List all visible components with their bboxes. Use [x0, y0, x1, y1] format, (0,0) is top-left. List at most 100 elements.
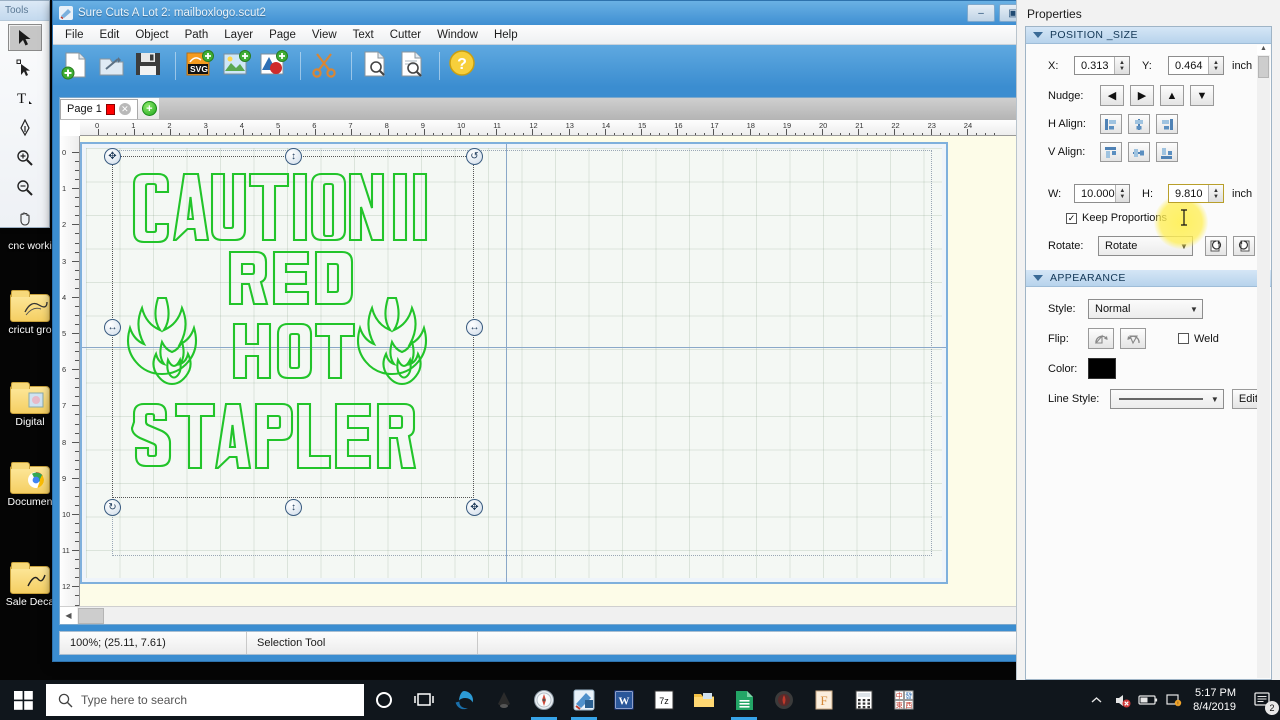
- desktop-icon-sale-decals[interactable]: Sale Deca: [2, 560, 58, 608]
- tray-network-button[interactable]: !: [1161, 680, 1187, 720]
- align-right-button[interactable]: [1156, 114, 1178, 134]
- page-tab-1[interactable]: Page 1 ✕: [60, 98, 138, 119]
- save-document-button[interactable]: [133, 49, 167, 83]
- canvas-horizontal-scrollbar[interactable]: ◀ ▶: [60, 606, 1038, 624]
- print-preview-button[interactable]: [397, 49, 431, 83]
- color-swatch[interactable]: [1088, 358, 1116, 379]
- tray-volume-button[interactable]: [1109, 680, 1135, 720]
- rotate-ccw-button[interactable]: [1205, 236, 1227, 256]
- style-select[interactable]: Normal ▼: [1088, 299, 1203, 319]
- menu-item-cutter[interactable]: Cutter: [382, 27, 429, 43]
- add-page-button[interactable]: +: [141, 101, 157, 116]
- cut-button[interactable]: [309, 49, 343, 83]
- text-tool[interactable]: T: [8, 84, 42, 111]
- menu-item-help[interactable]: Help: [486, 27, 526, 43]
- page-color-swatch[interactable]: [105, 103, 115, 115]
- minimize-button[interactable]: –: [967, 4, 995, 22]
- canvas-viewport[interactable]: ✥ ↕ ↺ ↔ ↔ ↻ ↕ ✥: [80, 136, 1038, 606]
- taskbar-7zip[interactable]: 7z: [644, 680, 684, 720]
- props-scroll-up[interactable]: ▲: [1257, 45, 1270, 55]
- import-shape-button[interactable]: [258, 49, 292, 83]
- preview-button[interactable]: [360, 49, 394, 83]
- align-top-button[interactable]: [1100, 142, 1122, 162]
- section-appearance[interactable]: APPEARANCE: [1026, 270, 1271, 287]
- taskbar-clock-app[interactable]: [524, 680, 564, 720]
- selection-tool[interactable]: [7, 24, 42, 51]
- menu-item-layer[interactable]: Layer: [216, 27, 261, 43]
- x-field[interactable]: 0.313 ▲ ▼: [1074, 56, 1130, 75]
- scroll-left-button[interactable]: ◀: [60, 607, 77, 624]
- horizontal-scroll-thumb[interactable]: [78, 608, 104, 624]
- handle-middle-right[interactable]: ↔: [466, 319, 483, 336]
- desktop-icon-cnc-working[interactable]: cnc worki: [2, 240, 58, 252]
- pen-tool[interactable]: [8, 114, 42, 141]
- nudge-left-button[interactable]: ◀: [1100, 85, 1124, 106]
- import-svg-button[interactable]: SVG: [184, 49, 218, 83]
- open-document-button[interactable]: [96, 49, 130, 83]
- menu-item-path[interactable]: Path: [177, 27, 217, 43]
- keep-proportions-checkbox[interactable]: ✓: [1066, 212, 1077, 224]
- keep-proportions-row[interactable]: ✓ Keep Proportions: [1026, 203, 1271, 224]
- handle-bottom-left[interactable]: ↻: [104, 499, 121, 516]
- taskbar-cortana[interactable]: [364, 680, 404, 720]
- taskbar-silhouette[interactable]: [764, 680, 804, 720]
- taskbar-clock[interactable]: 5:17 PM 8/4/2019: [1187, 686, 1246, 714]
- handle-middle-left[interactable]: ↔: [104, 319, 121, 336]
- zoom-in-tool[interactable]: [8, 144, 42, 171]
- nudge-right-button[interactable]: ▶: [1130, 85, 1154, 106]
- taskbar-word[interactable]: W: [604, 680, 644, 720]
- taskbar-sheets[interactable]: [724, 680, 764, 720]
- nudge-up-button[interactable]: ▲: [1160, 85, 1184, 106]
- rotate-select[interactable]: Rotate ▼: [1098, 236, 1193, 256]
- chevron-down-icon[interactable]: ▼: [1186, 305, 1202, 314]
- collapse-triangle-icon[interactable]: [1033, 32, 1043, 38]
- node-edit-tool[interactable]: [8, 54, 42, 81]
- desktop-icon-cricut-group[interactable]: cricut gro: [2, 288, 58, 336]
- menu-item-page[interactable]: Page: [261, 27, 304, 43]
- align-bottom-button[interactable]: [1156, 142, 1178, 162]
- desktop-icon-digital[interactable]: Digital: [2, 380, 58, 428]
- section-position-size[interactable]: POSITION _SIZE: [1026, 27, 1271, 44]
- search-input[interactable]: Type here to search: [46, 684, 364, 716]
- taskbar-edge[interactable]: [444, 680, 484, 720]
- x-stepper[interactable]: ▲ ▼: [1114, 57, 1129, 74]
- width-stepper[interactable]: ▲ ▼: [1114, 185, 1129, 202]
- handle-top-left[interactable]: ✥: [104, 148, 121, 165]
- width-field[interactable]: 10.000 ▲ ▼: [1074, 184, 1130, 203]
- weld-row[interactable]: Weld: [1178, 333, 1219, 345]
- height-stepper[interactable]: ▲ ▼: [1208, 185, 1223, 202]
- handle-bottom-center[interactable]: ↕: [285, 499, 302, 516]
- taskbar-calculator[interactable]: [844, 680, 884, 720]
- align-middle-button[interactable]: [1128, 142, 1150, 162]
- chevron-down-icon[interactable]: ▼: [1207, 395, 1223, 404]
- flip-horizontal-button[interactable]: [1088, 328, 1114, 349]
- rotate-cw-button[interactable]: [1233, 236, 1255, 256]
- design-artwork[interactable]: [118, 162, 468, 492]
- nudge-down-button[interactable]: ▼: [1190, 85, 1214, 106]
- desktop-icon-documents[interactable]: Documen: [2, 460, 58, 508]
- taskbar-mahjong[interactable]: 中發東西: [884, 680, 924, 720]
- tray-battery-button[interactable]: [1135, 680, 1161, 720]
- menu-item-view[interactable]: View: [304, 27, 345, 43]
- taskbar-task-view[interactable]: [404, 680, 444, 720]
- page-close-icon[interactable]: ✕: [118, 103, 131, 115]
- height-field[interactable]: 9.810 ▲ ▼: [1168, 184, 1224, 203]
- window-titlebar[interactable]: Sure Cuts A Lot 2: mailboxlogo.scut2 – ▣…: [53, 1, 1063, 25]
- taskbar-explorer[interactable]: [684, 680, 724, 720]
- menu-item-file[interactable]: File: [57, 27, 92, 43]
- line-style-select[interactable]: ▼: [1110, 389, 1224, 409]
- handle-top-right[interactable]: ↺: [466, 148, 483, 165]
- taskbar-fontforge[interactable]: F: [804, 680, 844, 720]
- y-stepper[interactable]: ▲ ▼: [1208, 57, 1223, 74]
- collapse-triangle-icon[interactable]: [1033, 275, 1043, 281]
- tray-expand-button[interactable]: [1083, 680, 1109, 720]
- handle-bottom-right[interactable]: ✥: [466, 499, 483, 516]
- start-button[interactable]: [0, 680, 46, 720]
- zoom-out-tool[interactable]: [8, 174, 42, 201]
- menu-item-edit[interactable]: Edit: [92, 27, 128, 43]
- menu-item-object[interactable]: Object: [127, 27, 176, 43]
- align-center-button[interactable]: [1128, 114, 1150, 134]
- import-image-button[interactable]: [221, 49, 255, 83]
- flip-vertical-button[interactable]: [1120, 328, 1146, 349]
- y-field[interactable]: 0.464 ▲ ▼: [1168, 56, 1224, 75]
